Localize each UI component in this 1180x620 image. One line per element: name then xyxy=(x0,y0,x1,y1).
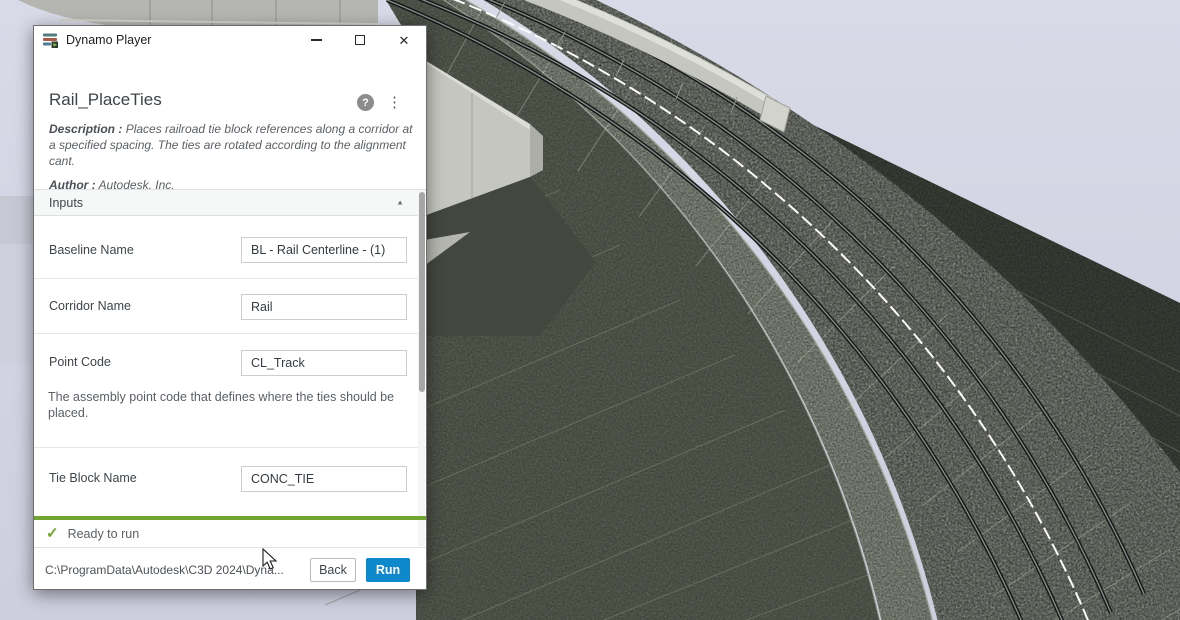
sky-patch xyxy=(0,196,33,244)
collapse-icon[interactable]: ▲ xyxy=(396,199,404,207)
script-path: C:\ProgramData\Autodesk\C3D 2024\Dyna... xyxy=(45,563,296,577)
row-divider xyxy=(34,447,426,448)
row-divider xyxy=(34,278,426,279)
description-label: Description : xyxy=(49,122,122,136)
help-icon[interactable]: ? xyxy=(357,94,374,111)
point-code-label: Point Code xyxy=(49,355,111,369)
status-message: Ready to run xyxy=(68,527,140,541)
script-title: Rail_PlaceTies xyxy=(49,90,162,110)
sky-patch-2 xyxy=(0,244,33,364)
footer-bar: C:\ProgramData\Autodesk\C3D 2024\Dyna...… xyxy=(34,548,426,591)
scrollbar-thumb[interactable] xyxy=(419,192,425,392)
baseline-name-input[interactable] xyxy=(241,237,407,263)
run-button[interactable]: Run xyxy=(366,558,410,582)
tie-block-name-label: Tie Block Name xyxy=(49,471,137,485)
baseline-name-label: Baseline Name xyxy=(49,243,134,257)
maximize-button[interactable] xyxy=(338,26,382,54)
tie-block-name-input[interactable] xyxy=(241,466,407,492)
inputs-header-label: Inputs xyxy=(49,196,396,210)
dynamo-player-logo-icon xyxy=(42,32,59,48)
point-code-help: The assembly point code that defines whe… xyxy=(48,389,416,421)
point-code-input[interactable] xyxy=(241,350,407,376)
script-description: Description : Places railroad tie block … xyxy=(49,121,413,169)
minimize-icon xyxy=(311,39,322,41)
back-button[interactable]: Back xyxy=(310,558,356,582)
minimize-button[interactable] xyxy=(294,26,338,54)
window-title: Dynamo Player xyxy=(66,33,294,47)
corridor-name-input[interactable] xyxy=(241,294,407,320)
dynamo-player-window: Dynamo Player ✕ Rail_PlaceTies ? ⋮ Descr… xyxy=(33,25,427,590)
row-divider xyxy=(34,333,426,334)
corridor-name-label: Corridor Name xyxy=(49,299,131,313)
app-stage: Dynamo Player ✕ Rail_PlaceTies ? ⋮ Descr… xyxy=(0,0,1180,620)
maximize-icon xyxy=(355,35,365,45)
inputs-section-header[interactable]: Inputs ▲ xyxy=(34,189,426,216)
scrollbar-track[interactable] xyxy=(418,190,425,546)
more-options-icon[interactable]: ⋮ xyxy=(387,95,402,110)
titlebar[interactable]: Dynamo Player ✕ xyxy=(34,26,426,54)
close-button[interactable]: ✕ xyxy=(382,26,426,54)
close-icon: ✕ xyxy=(399,34,410,47)
status-row: ✓ Ready to run xyxy=(34,520,426,548)
check-icon: ✓ xyxy=(46,526,59,541)
